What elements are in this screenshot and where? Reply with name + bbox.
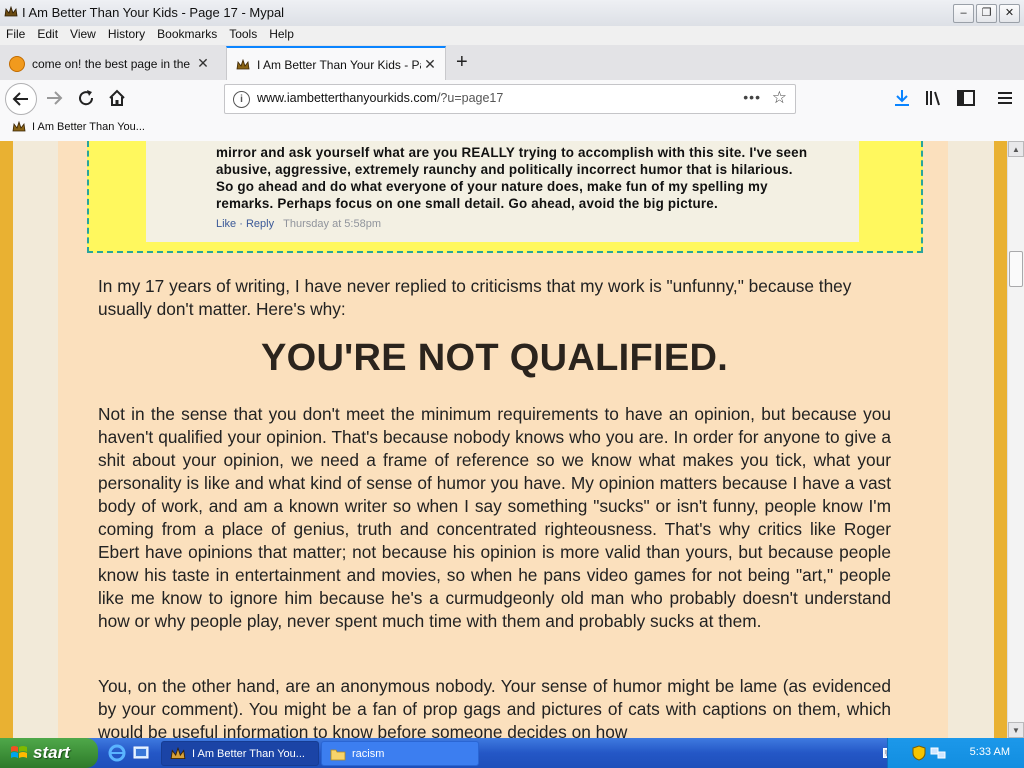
crown-icon bbox=[170, 746, 186, 759]
forward-arrow-icon bbox=[47, 91, 63, 105]
comment-time: Thursday at 5:58pm bbox=[283, 218, 382, 230]
hamburger-icon bbox=[998, 92, 1012, 104]
home-icon bbox=[109, 89, 125, 106]
page-viewport: mirror and ask yourself what are you REA… bbox=[0, 141, 1007, 738]
bookmarks-bar: I Am Better Than You... bbox=[0, 116, 1024, 142]
comment-line: remarks. Perhaps focus on one small deta… bbox=[216, 196, 718, 211]
ie-icon[interactable] bbox=[108, 744, 126, 762]
minimize-button[interactable]: – bbox=[953, 4, 974, 23]
sidebar-icon bbox=[957, 90, 975, 106]
reload-button[interactable] bbox=[72, 85, 100, 111]
page-actions-icon[interactable]: ••• bbox=[743, 89, 761, 105]
bookmark-label: I Am Better Than You... bbox=[32, 121, 145, 133]
crown-icon bbox=[4, 6, 18, 17]
comment-line: mirror and ask yourself what are you REA… bbox=[216, 145, 808, 160]
tab-best-page[interactable]: come on! the best page in the uni ✕ bbox=[0, 47, 218, 80]
menu-tools[interactable]: Tools bbox=[223, 26, 263, 45]
window-title: I Am Better Than Your Kids - Page 17 - M… bbox=[22, 5, 285, 20]
crown-icon bbox=[236, 58, 250, 69]
folder-icon bbox=[330, 749, 346, 760]
system-tray: 5:33 AM bbox=[887, 738, 1024, 768]
menu-bookmarks[interactable]: Bookmarks bbox=[151, 26, 223, 45]
comment-text: mirror and ask yourself what are you REA… bbox=[216, 144, 846, 212]
crown-icon bbox=[12, 121, 26, 132]
menu-edit[interactable]: Edit bbox=[31, 26, 64, 45]
info-icon[interactable]: i bbox=[233, 91, 250, 108]
scroll-down-icon[interactable]: ▼ bbox=[1008, 722, 1024, 738]
start-button[interactable]: start bbox=[0, 738, 98, 768]
menu-button[interactable] bbox=[994, 88, 1016, 108]
taskbar-item-label: I Am Better Than You... bbox=[192, 747, 305, 760]
back-arrow-icon bbox=[12, 92, 28, 106]
new-tab-icon[interactable]: + bbox=[456, 51, 468, 74]
tab-label: I Am Better Than Your Kids - Page bbox=[257, 57, 421, 72]
comment-meta: Like · Reply Thursday at 5:58pm bbox=[216, 218, 381, 230]
network-icon[interactable] bbox=[930, 746, 946, 760]
scroll-thumb[interactable] bbox=[1009, 251, 1023, 287]
menu-view[interactable]: View bbox=[64, 26, 102, 45]
library-button[interactable] bbox=[923, 88, 945, 108]
menu-help[interactable]: Help bbox=[263, 26, 300, 45]
reply-link[interactable]: Reply bbox=[246, 218, 274, 230]
meta-separator: · bbox=[239, 218, 243, 230]
download-icon bbox=[895, 90, 909, 106]
article-heading: YOU'RE NOT QUALIFIED. bbox=[260, 337, 729, 379]
security-shield-icon[interactable] bbox=[912, 745, 926, 761]
nav-toolbar: i www.iambetterthanyourkids.com/?u=page1… bbox=[0, 80, 1024, 116]
windows-flag-icon bbox=[11, 746, 27, 758]
taskbar-item-browser[interactable]: I Am Better Than You... bbox=[161, 741, 319, 766]
tab-label: come on! the best page in the uni bbox=[32, 56, 194, 71]
taskbar-item-label: racism bbox=[352, 747, 385, 760]
window-titlebar: I Am Better Than Your Kids - Page 17 - M… bbox=[0, 0, 1024, 27]
url-domain: www.iambetterthanyourkids.com bbox=[257, 91, 437, 105]
bookmark-star-icon[interactable]: ☆ bbox=[772, 88, 787, 108]
tab-iambetter[interactable]: I Am Better Than Your Kids - Page ✕ bbox=[226, 46, 446, 81]
like-link[interactable]: Like bbox=[216, 218, 236, 230]
site-icon bbox=[9, 55, 25, 72]
close-tab-icon[interactable]: ✕ bbox=[194, 55, 212, 72]
downloads-button[interactable] bbox=[891, 88, 913, 108]
comment-line: abusive, aggressive, extremely raunchy a… bbox=[216, 162, 793, 177]
body-paragraph: Not in the sense that you don't meet the… bbox=[98, 404, 891, 631]
scroll-up-icon[interactable]: ▲ bbox=[1008, 141, 1024, 157]
reload-icon bbox=[79, 90, 94, 106]
tab-strip: come on! the best page in the uni ✕ I Am… bbox=[0, 45, 1024, 81]
menu-file[interactable]: File bbox=[0, 26, 31, 45]
menu-bar: File Edit View History Bookmarks Tools H… bbox=[0, 26, 1024, 45]
show-desktop-icon[interactable] bbox=[132, 744, 150, 762]
sidebar-button[interactable] bbox=[955, 88, 977, 108]
clock: 5:33 AM bbox=[969, 746, 1010, 758]
taskbar-item-folder[interactable]: racism bbox=[321, 741, 479, 766]
close-tab-icon[interactable]: ✕ bbox=[421, 56, 439, 73]
close-button[interactable]: ✕ bbox=[999, 4, 1020, 23]
taskbar: start I Am Better Than You... racism 5:3… bbox=[0, 738, 1024, 768]
url-path: /?u=page17 bbox=[436, 91, 504, 105]
library-icon bbox=[926, 91, 940, 106]
url-text[interactable]: www.iambetterthanyourkids.com/?u=page17 bbox=[257, 91, 503, 105]
home-button[interactable] bbox=[103, 85, 131, 111]
forward-button[interactable] bbox=[40, 85, 68, 111]
body-paragraph: You, on the other hand, are an anonymous… bbox=[98, 676, 891, 738]
intro-paragraph: In my 17 years of writing, I have never … bbox=[98, 276, 852, 319]
vertical-scrollbar[interactable]: ▲ ▼ bbox=[1007, 141, 1024, 738]
restore-button[interactable]: ❐ bbox=[976, 4, 997, 23]
back-button[interactable] bbox=[5, 83, 37, 115]
menu-history[interactable]: History bbox=[102, 26, 151, 45]
bookmark-item[interactable]: I Am Better Than You... bbox=[12, 121, 145, 133]
address-bar[interactable]: i www.iambetterthanyourkids.com/?u=page1… bbox=[224, 84, 796, 114]
start-label: start bbox=[33, 743, 70, 762]
comment-line: So go ahead and do what everyone of your… bbox=[216, 179, 768, 194]
